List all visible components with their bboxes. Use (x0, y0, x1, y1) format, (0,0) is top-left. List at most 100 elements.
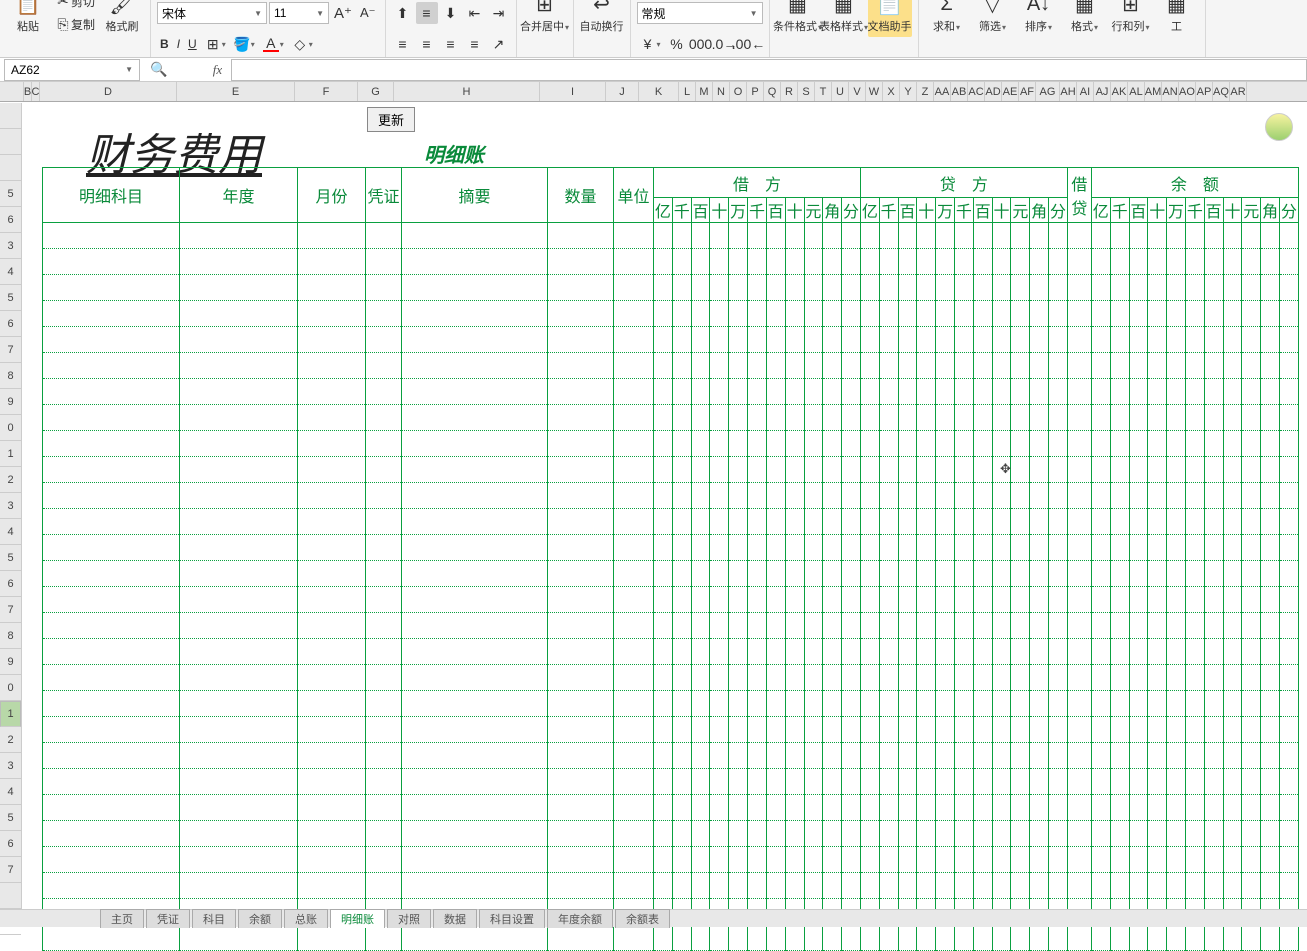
decrease-decimal-button[interactable]: .00← (738, 33, 760, 55)
row-header[interactable]: 5 (0, 805, 21, 831)
column-header-O[interactable]: O (730, 82, 747, 101)
row-header[interactable]: 2 (0, 467, 21, 493)
rowcol-button[interactable]: ⊞行和列▾ (1109, 0, 1153, 37)
sheet-tab[interactable]: 余额表 (615, 909, 670, 928)
increase-font-button[interactable]: A⁺ (331, 2, 355, 24)
column-header-AF[interactable]: AF (1019, 82, 1036, 101)
percent-button[interactable]: % (666, 33, 688, 55)
column-header-AM[interactable]: AM (1145, 82, 1162, 101)
column-header-AK[interactable]: AK (1111, 82, 1128, 101)
worksheet-button[interactable]: ▦工 (1155, 0, 1199, 37)
cut-button[interactable]: ✂剪切 (52, 0, 98, 13)
border-button[interactable]: ⊞▾ (202, 33, 229, 55)
column-header-AR[interactable]: AR (1230, 82, 1247, 101)
row-header[interactable]: 5 (0, 181, 21, 207)
column-header-M[interactable]: M (696, 82, 713, 101)
column-header-AG[interactable]: AG (1036, 82, 1060, 101)
paste-button[interactable]: 📋粘贴 (6, 0, 50, 37)
row-header[interactable]: 6 (0, 831, 21, 857)
row-header[interactable]: 1 (0, 441, 21, 467)
column-header-H[interactable]: H (394, 82, 540, 101)
comma-button[interactable]: 000 (690, 33, 712, 55)
cell-grid[interactable]: 财务费用 明细账 更新 明细科目 年度 月份 凭证 摘要 数量 单位 借 方 贷… (22, 103, 1307, 909)
column-header-AC[interactable]: AC (968, 82, 985, 101)
column-header-L[interactable]: L (679, 82, 696, 101)
underline-button[interactable]: U (185, 33, 200, 55)
name-box[interactable]: AZ62▼ (4, 59, 140, 81)
zoom-icon[interactable]: 🔍 (150, 61, 167, 78)
column-header-F[interactable]: F (295, 82, 358, 101)
column-header-AD[interactable]: AD (985, 82, 1002, 101)
align-right-button[interactable]: ≡ (440, 33, 462, 55)
sheet-tab[interactable]: 科目设置 (479, 909, 545, 928)
row-header[interactable] (0, 155, 21, 181)
row-header[interactable]: 8 (0, 623, 21, 649)
merge-center-button[interactable]: ⊞合并居中▾ (523, 0, 567, 37)
conditional-format-button[interactable]: ▦条件格式▾ (776, 0, 820, 37)
sheet-tab[interactable]: 余额 (238, 909, 282, 928)
column-header-V[interactable]: V (849, 82, 866, 101)
decrease-font-button[interactable]: A⁻ (357, 2, 379, 24)
column-header-AL[interactable]: AL (1128, 82, 1145, 101)
row-header[interactable] (0, 129, 21, 155)
column-header-N[interactable]: N (713, 82, 730, 101)
select-all-corner[interactable] (0, 82, 24, 101)
row-header[interactable]: 6 (0, 207, 21, 233)
row-header[interactable]: 7 (0, 337, 21, 363)
row-header[interactable]: 9 (0, 389, 21, 415)
column-header-P[interactable]: P (747, 82, 764, 101)
row-header[interactable]: 4 (0, 779, 21, 805)
column-header-AO[interactable]: AO (1179, 82, 1196, 101)
column-header-R[interactable]: R (781, 82, 798, 101)
column-header-U[interactable]: U (832, 82, 849, 101)
font-select[interactable]: 宋体▼ (157, 2, 267, 24)
column-header-K[interactable]: K (639, 82, 679, 101)
decrease-indent-button[interactable]: ⇤ (464, 2, 486, 24)
row-header[interactable]: 3 (0, 753, 21, 779)
row-header[interactable]: 7 (0, 857, 21, 883)
sheet-tab[interactable]: 总账 (284, 909, 328, 928)
row-header[interactable]: 8 (0, 363, 21, 389)
currency-button[interactable]: ¥▾ (637, 33, 664, 55)
column-header-C[interactable]: C (32, 82, 40, 101)
row-header[interactable]: 9 (0, 649, 21, 675)
wrap-text-button[interactable]: ↩自动换行 (580, 0, 624, 37)
column-header-AH[interactable]: AH (1060, 82, 1077, 101)
column-header-T[interactable]: T (815, 82, 832, 101)
align-top-button[interactable]: ⬆ (392, 2, 414, 24)
align-left-button[interactable]: ≡ (392, 33, 414, 55)
row-header[interactable]: 4 (0, 259, 21, 285)
italic-button[interactable]: I (174, 33, 183, 55)
align-bottom-button[interactable]: ⬇ (440, 2, 462, 24)
column-header-J[interactable]: J (606, 82, 639, 101)
font-color-button[interactable]: A▾ (260, 33, 287, 55)
sheet-tab[interactable]: 明细账 (330, 909, 385, 928)
row-header[interactable]: 5 (0, 285, 21, 311)
row-header[interactable]: 7 (0, 597, 21, 623)
table-style-button[interactable]: ▦表格样式▾ (822, 0, 866, 37)
row-header[interactable]: 4 (0, 519, 21, 545)
sheet-tab[interactable]: 对照 (387, 909, 431, 928)
row-header[interactable] (0, 883, 21, 909)
column-header-W[interactable]: W (866, 82, 883, 101)
formula-input[interactable] (231, 59, 1307, 81)
column-header-AJ[interactable]: AJ (1094, 82, 1111, 101)
increase-indent-button[interactable]: ⇥ (488, 2, 510, 24)
sheet-tab[interactable]: 数据 (433, 909, 477, 928)
align-middle-button[interactable]: ≡ (416, 2, 438, 24)
column-header-AN[interactable]: AN (1162, 82, 1179, 101)
align-center-button[interactable]: ≡ (416, 33, 438, 55)
row-header[interactable]: 5 (0, 545, 21, 571)
column-header-AA[interactable]: AA (934, 82, 951, 101)
column-header-S[interactable]: S (798, 82, 815, 101)
row-header[interactable]: 3 (0, 493, 21, 519)
column-header-Q[interactable]: Q (764, 82, 781, 101)
sheet-tab[interactable]: 主页 (100, 909, 144, 928)
sheet-tab[interactable]: 年度余额 (547, 909, 613, 928)
column-header-Z[interactable]: Z (917, 82, 934, 101)
row-header[interactable]: 0 (0, 415, 21, 441)
column-header-AE[interactable]: AE (1002, 82, 1019, 101)
column-header-AQ[interactable]: AQ (1213, 82, 1230, 101)
column-header-X[interactable]: X (883, 82, 900, 101)
format-button[interactable]: ▦格式▾ (1063, 0, 1107, 37)
